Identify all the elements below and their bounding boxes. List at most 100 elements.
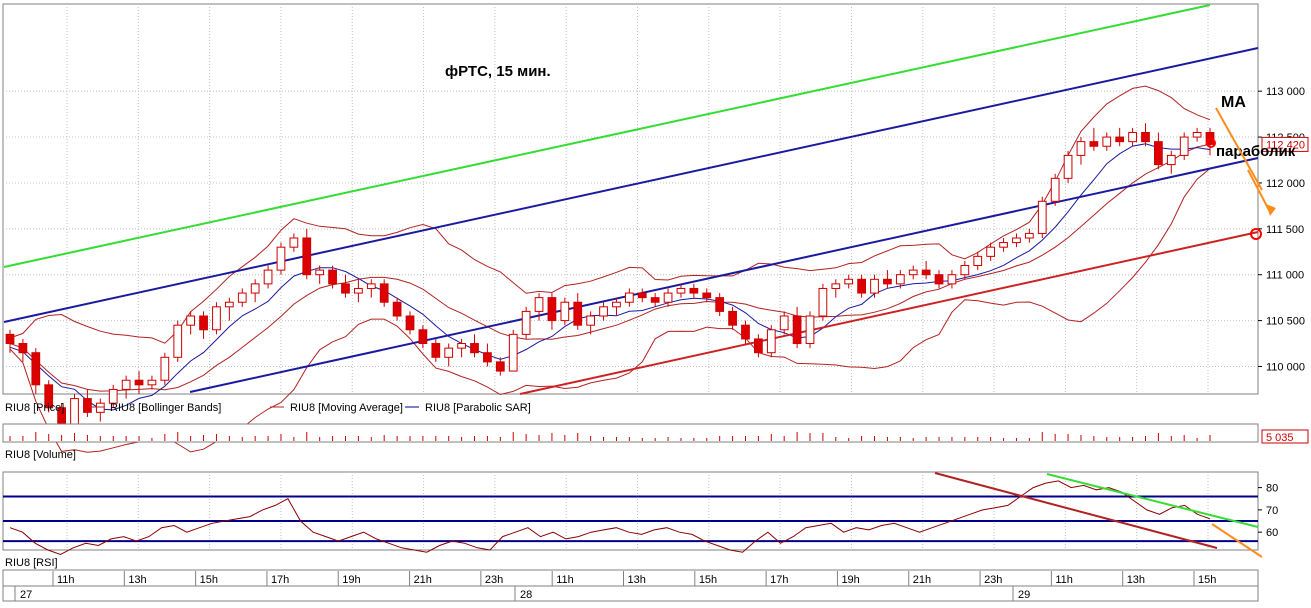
candle <box>1037 196 1047 238</box>
candle-body <box>521 310 531 335</box>
candle-body <box>1089 141 1099 147</box>
candle-body <box>973 255 983 267</box>
candle-body <box>379 283 389 303</box>
candle-body <box>418 329 428 345</box>
candle-body <box>147 379 157 386</box>
candle <box>560 297 570 326</box>
candle-body <box>534 297 544 312</box>
candle <box>212 302 221 335</box>
candle <box>173 320 183 362</box>
candle-body <box>870 278 879 294</box>
time-label: 13h <box>1127 574 1145 586</box>
candle-body <box>70 398 79 427</box>
candle-body <box>5 333 15 345</box>
candle-body <box>650 297 660 303</box>
candle-body <box>702 292 712 299</box>
candle-body <box>1050 177 1060 202</box>
candle-body <box>999 242 1008 248</box>
volume-value: 5 035 <box>1266 432 1294 444</box>
candle-body <box>1024 232 1034 239</box>
candle-body <box>237 292 247 303</box>
time-label: 11h <box>556 574 574 586</box>
candle-body <box>1128 131 1137 143</box>
time-label: 13h <box>128 574 146 586</box>
candle-body <box>1076 141 1086 156</box>
candle-body <box>715 297 725 312</box>
candle-body <box>289 237 299 248</box>
rsi-label: RIU8 [RSI] <box>5 557 58 569</box>
candle-body <box>883 278 892 285</box>
candle-body <box>83 398 92 413</box>
candle-body <box>173 324 183 358</box>
candle-body <box>250 283 260 294</box>
candle-body <box>547 297 557 322</box>
candle-body <box>921 269 931 276</box>
date-label: 28 <box>520 589 532 601</box>
time-label: 13h <box>628 574 646 586</box>
candle-body <box>483 352 492 363</box>
chart-svg: 113 000112 500112 000111 500111 000110 5… <box>2 3 1309 602</box>
candle-body <box>908 269 918 276</box>
volume-panel-frame <box>2 423 1259 443</box>
legend-item: RIU8 [Parabolic SAR] <box>425 402 531 414</box>
candle <box>1063 150 1073 183</box>
candle-body <box>134 379 144 386</box>
price-y-tick-label: 113 000 <box>1266 86 1305 98</box>
candle-body <box>328 269 337 285</box>
candle-body <box>1141 131 1150 143</box>
candle <box>379 279 389 307</box>
legend-item: RIU8 [Price] <box>5 402 64 414</box>
candle-body <box>1063 154 1073 179</box>
candle-body <box>1166 154 1176 166</box>
candle <box>766 325 776 358</box>
candle-body <box>728 310 737 326</box>
price-y-tick-label: 111 500 <box>1266 224 1304 236</box>
time-label: 15h <box>699 574 717 586</box>
candle-body <box>586 315 596 326</box>
chart-root: 113 000112 500112 000111 500111 000110 5… <box>0 0 1311 603</box>
candle-body <box>573 301 583 326</box>
time-label: 19h <box>342 574 360 586</box>
candle-body <box>18 343 28 354</box>
price-y-axis: 113 000112 500112 000111 500111 000110 5… <box>1258 86 1309 373</box>
candle-body <box>741 324 750 340</box>
candle-body <box>276 246 286 271</box>
candle-body <box>366 283 376 289</box>
candle-body <box>689 287 699 294</box>
legend-item: RIU8 [Bollinger Bands] <box>110 402 221 414</box>
candle <box>508 329 518 372</box>
candle-body <box>560 301 570 322</box>
time-label: 17h <box>770 574 788 586</box>
candle-body <box>754 338 763 354</box>
legend-item: RIU8 [Moving Average] <box>290 402 403 414</box>
time-label: 21h <box>414 574 432 586</box>
rsi-y-tick-label: 60 <box>1266 527 1278 539</box>
candle-body <box>341 283 350 294</box>
candle-body <box>676 287 686 294</box>
candle-body <box>392 301 402 317</box>
candle-body <box>1037 200 1047 234</box>
candle-body <box>1154 141 1163 166</box>
candle-body <box>224 301 234 308</box>
candle-body <box>160 356 170 381</box>
price-y-tick-label: 110 000 <box>1266 361 1305 373</box>
candle-body <box>354 287 363 294</box>
candle-body <box>612 301 621 308</box>
candle-body <box>663 292 673 303</box>
candle-body <box>895 274 905 285</box>
candle <box>818 283 828 321</box>
price-y-tick-label: 110 500 <box>1266 316 1305 328</box>
volume-label: RIU8 [Volume] <box>5 449 76 461</box>
candle-body <box>805 315 815 345</box>
candle-body <box>457 343 466 349</box>
candle-body <box>1102 136 1112 147</box>
time-label: 17h <box>271 574 289 586</box>
candle <box>95 398 105 422</box>
candle-body <box>121 379 131 390</box>
candle-body <box>818 287 828 317</box>
chart-title: фРТС, 15 мин. <box>445 63 551 80</box>
candle-body <box>1179 136 1189 156</box>
candle-body <box>766 329 776 354</box>
candle-body <box>495 361 505 372</box>
price-y-tick-label: 111 000 <box>1266 270 1304 282</box>
